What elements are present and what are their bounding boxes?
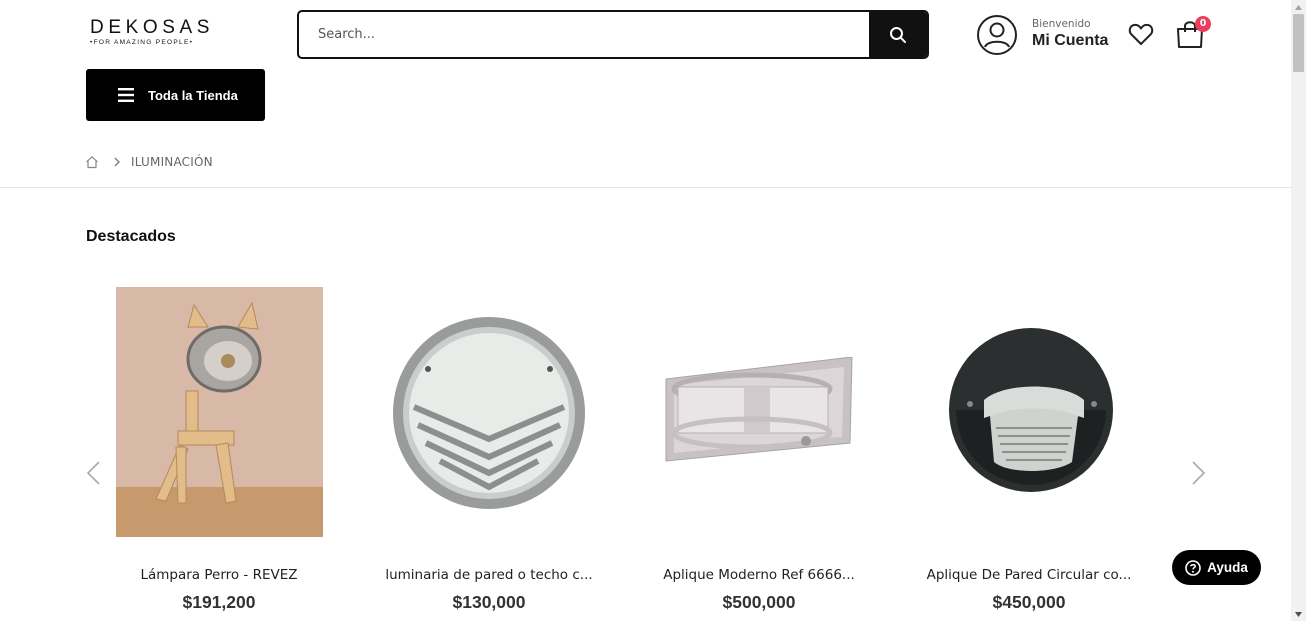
cart-count-badge: 0 [1195,16,1211,32]
product-price: $191,200 [182,592,256,612]
product-price: $130,000 [452,592,526,612]
product-price: $450,000 [992,592,1066,612]
chevron-right-icon [114,157,120,167]
account-welcome: Bienvenido [1032,18,1091,30]
product-card[interactable]: Aplique De Pared Circular co... $450,000 [909,287,1149,621]
help-button[interactable]: Ayuda [1172,550,1261,585]
logo-tagline: •FOR AMAZING PEOPLE• [90,39,194,46]
chevron-right-icon [1192,461,1206,485]
product-name[interactable]: Lámpara Perro - REVEZ [99,567,339,583]
carousel-next-button[interactable] [1188,460,1208,486]
divider [0,187,1291,188]
product-card[interactable]: luminaria de pared o techo c... $130,000 [369,287,609,621]
product-image[interactable] [99,287,339,537]
logo-name: DEKOSAS [90,17,215,38]
logo[interactable]: DEKOSAS •FOR AMAZING PEOPLE• [90,18,210,50]
search-icon [890,26,906,43]
wishlist-button[interactable] [1127,20,1155,48]
home-icon[interactable] [85,155,99,169]
product-name[interactable]: Aplique Moderno Ref 6666... [639,567,879,583]
product-image[interactable] [369,287,609,537]
dog-lamp-image [115,287,323,537]
search-input[interactable] [299,12,871,57]
breadcrumb: ILUMINACIÓN [85,154,213,170]
round-wall-light-image [393,317,585,509]
search-bar [297,10,929,59]
page-scrollbar[interactable] [1291,0,1306,621]
help-label: Ayuda [1207,560,1248,575]
modern-sconce-image [665,357,853,462]
user-icon [977,15,1017,55]
cart-button[interactable]: 0 [1175,16,1211,50]
all-store-label: Toda la Tienda [148,87,238,103]
question-icon [1185,559,1201,576]
product-image[interactable] [909,287,1149,537]
triangle-up-icon [1295,4,1302,10]
breadcrumb-current: ILUMINACIÓN [131,155,213,169]
triangle-down-icon [1295,611,1302,617]
heart-icon [1128,23,1154,45]
product-price: $500,000 [722,592,796,612]
scroll-thumb[interactable] [1293,14,1304,72]
circular-wall-light-image [949,328,1113,492]
header: DEKOSAS •FOR AMAZING PEOPLE• Bienvenido … [0,0,1291,70]
search-button[interactable] [869,12,927,57]
product-card[interactable]: Lámpara Perro - REVEZ $191,200 [99,287,339,621]
product-card[interactable]: Aplique Moderno Ref 6666... $500,000 [639,287,879,621]
product-name[interactable]: Aplique De Pared Circular co... [909,567,1149,583]
hamburger-icon [118,88,134,102]
account-link[interactable]: Bienvenido Mi Cuenta [976,14,1116,56]
section-title: Destacados [86,228,176,245]
scroll-down-button[interactable] [1291,607,1306,621]
scroll-up-button[interactable] [1291,0,1306,14]
account-title: Mi Cuenta [1032,32,1109,49]
product-name[interactable]: luminaria de pared o techo c... [369,567,609,583]
product-image[interactable] [639,287,879,537]
all-store-menu-button[interactable]: Toda la Tienda [86,69,265,121]
